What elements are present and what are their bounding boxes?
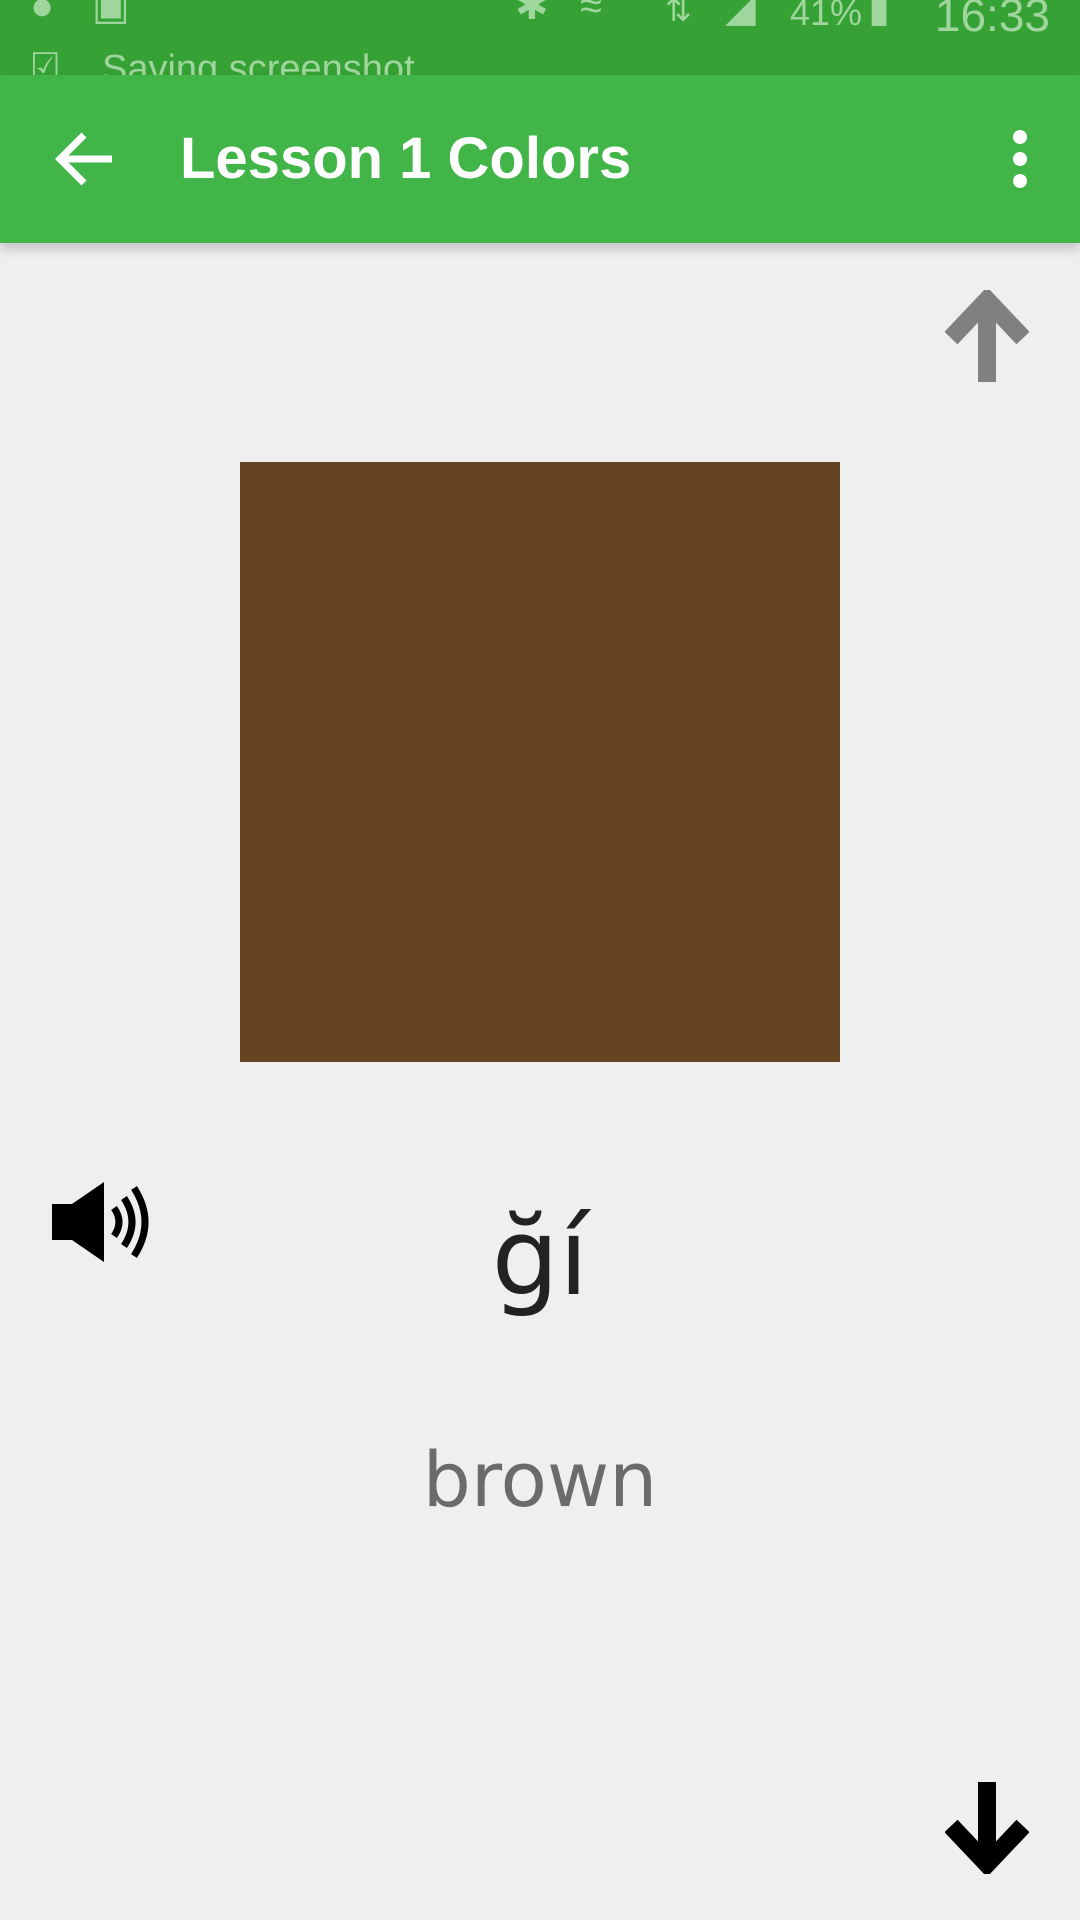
battery-icon: ▮	[868, 0, 891, 30]
bluetooth-icon: ✱	[515, 0, 549, 28]
gallery-icon: ▣	[92, 0, 130, 28]
word-text: ğí	[491, 1196, 589, 1319]
checkbox-icon: ☑	[30, 47, 61, 75]
page-title: Lesson 1 Colors	[180, 126, 632, 191]
status-notification-text: Saving screenshot	[102, 48, 415, 75]
status-bar: ● ▣ ☑ Saving screenshot ✱ ≈ ⇅ ◢ 41% ▮ 16…	[0, 0, 1080, 75]
next-card-button[interactable]	[944, 1782, 1030, 1878]
mute-icon: ≈	[580, 0, 602, 28]
data-transfer-icon: ⇅	[665, 0, 692, 28]
arrow-back-icon	[55, 132, 112, 186]
translation-text: brown	[422, 1435, 658, 1524]
play-audio-button[interactable]	[50, 1180, 154, 1264]
hangouts-icon: ●	[30, 0, 55, 28]
previous-card-button[interactable]	[944, 286, 1030, 382]
arrow-down-icon	[944, 1782, 1030, 1878]
app-bar: Lesson 1 Colors	[0, 75, 1080, 243]
status-time: 16:33	[934, 0, 1050, 41]
battery-percent: 41%	[789, 0, 862, 33]
signal-icon: ◢	[725, 0, 756, 30]
back-button[interactable]	[50, 127, 120, 191]
color-swatch	[240, 462, 840, 1062]
overflow-menu-button[interactable]	[990, 127, 1050, 191]
speaker-icon	[52, 1182, 149, 1262]
arrow-up-icon	[944, 286, 1030, 382]
more-vert-icon	[1013, 130, 1027, 188]
